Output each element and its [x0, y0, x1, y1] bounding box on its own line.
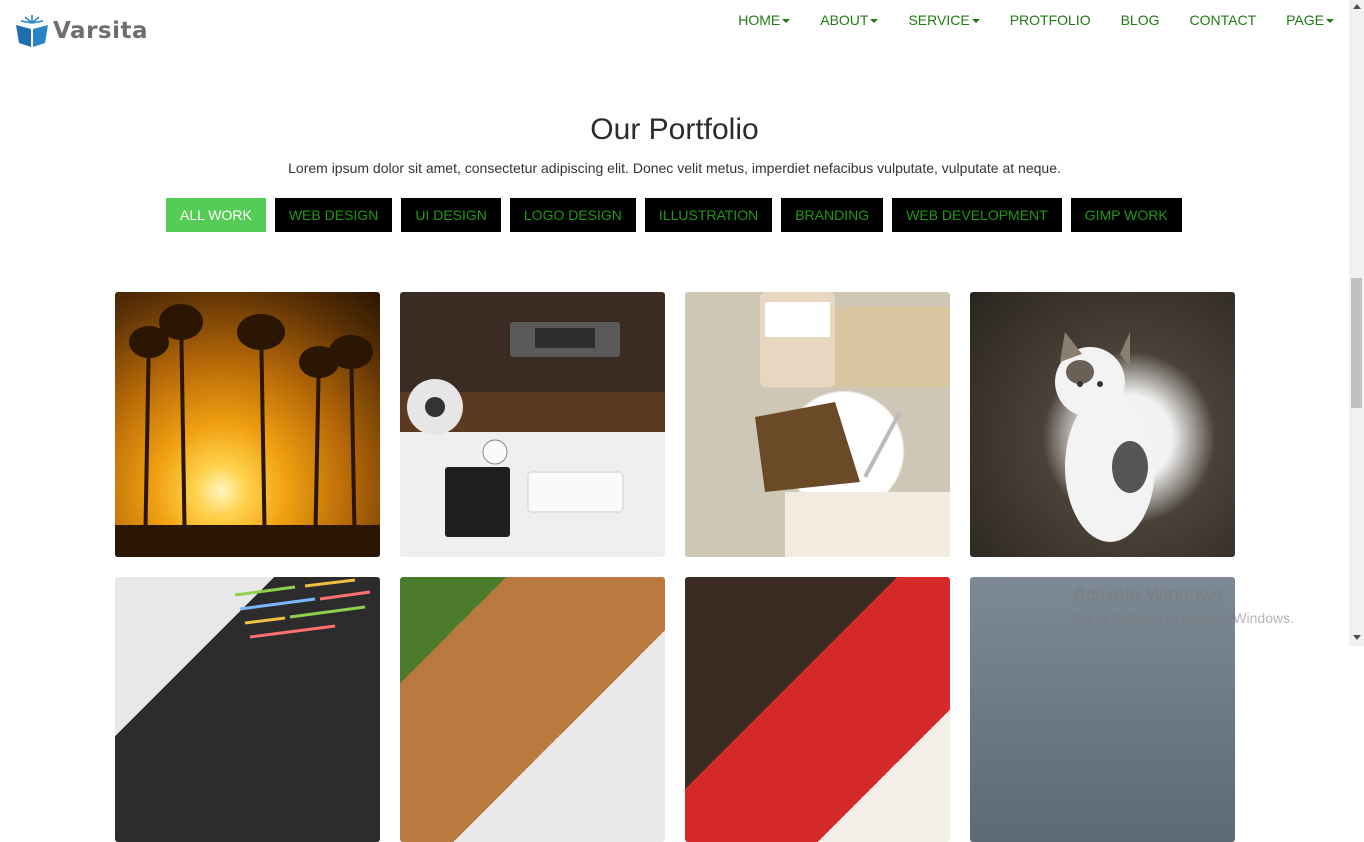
nav-about[interactable]: ABOUT [820, 12, 879, 28]
nav-service[interactable]: SERVICE [908, 12, 980, 28]
section-title: Our Portfolio [590, 113, 759, 146]
filter-web-development[interactable]: WEB DEVELOPMENT [892, 198, 1062, 232]
nav-portfolio-label: PROTFOLIO [1009, 12, 1091, 28]
brand-logo[interactable]: Varsita [14, 14, 148, 48]
trees-silhouette [115, 304, 380, 557]
nav-contact[interactable]: CONTACT [1190, 12, 1257, 28]
cat-figure [1055, 332, 1155, 542]
portfolio-item-pastry[interactable] [685, 577, 950, 842]
nav-blog[interactable]: BLOG [1121, 12, 1160, 28]
watermark-line-1: Activate Windows [1073, 585, 1223, 606]
filter-all-work[interactable]: ALL WORK [166, 198, 266, 232]
book-icon [16, 15, 48, 47]
watermark-line-2: Go to Settings to activate Windows. [1073, 610, 1294, 626]
cake-plate [755, 292, 950, 557]
nav-about-label: ABOUT [820, 12, 869, 28]
code-lines [234, 578, 371, 639]
filter-logo-design[interactable]: LOGO DESIGN [509, 198, 636, 232]
portfolio-grid [115, 292, 1235, 842]
portfolio-item-plant-keyboard[interactable] [400, 577, 665, 842]
caret-down-icon [971, 18, 980, 23]
caret-down-icon [870, 18, 879, 23]
filter-illustration[interactable]: ILLUSTRATION [644, 198, 773, 232]
scroll-down-arrow-icon[interactable] [1353, 635, 1361, 640]
activation-watermark: Activate Windows Go to Settings to activ… [1073, 585, 1294, 626]
portfolio-filters: ALL WORK WEB DESIGN UI DESIGN LOGO DESIG… [166, 198, 1191, 232]
section-subtitle: Lorem ipsum dolor sit amet, consectetur … [288, 160, 1061, 176]
caret-down-icon [1326, 18, 1334, 23]
nav-home[interactable]: HOME [738, 12, 791, 28]
portfolio-item-desk-setup[interactable] [400, 292, 665, 557]
portfolio-item-code-screen[interactable] [115, 577, 380, 842]
nav-home-label: HOME [738, 12, 781, 28]
brand-name: Varsita [53, 18, 148, 44]
nav-page[interactable]: PAGE [1286, 12, 1334, 28]
filter-gimp-work[interactable]: GIMP WORK [1070, 198, 1182, 232]
portfolio-item-sunset-trees[interactable] [115, 292, 380, 557]
nav-page-label: PAGE [1286, 12, 1324, 28]
nav-contact-label: CONTACT [1189, 12, 1257, 28]
scrollbar-thumb[interactable] [1351, 278, 1362, 408]
page-scrollbar[interactable] [1349, 0, 1364, 646]
scroll-up-arrow-icon[interactable] [1353, 4, 1361, 9]
desk-objects [400, 322, 665, 537]
filter-branding[interactable]: BRANDING [781, 198, 884, 232]
filter-web-design[interactable]: WEB DESIGN [274, 198, 393, 232]
main-nav: HOME ABOUT SERVICE PROTFOLIO BLOG CONTAC… [708, 12, 1334, 28]
nav-portfolio[interactable]: PROTFOLIO [1010, 12, 1091, 28]
filter-ui-design[interactable]: UI DESIGN [401, 198, 501, 232]
caret-down-icon [782, 18, 791, 23]
nav-blog-label: BLOG [1120, 12, 1160, 28]
nav-service-label: SERVICE [908, 12, 970, 28]
portfolio-item-cat[interactable] [970, 292, 1235, 557]
portfolio-item-cake-coffee[interactable] [685, 292, 950, 557]
